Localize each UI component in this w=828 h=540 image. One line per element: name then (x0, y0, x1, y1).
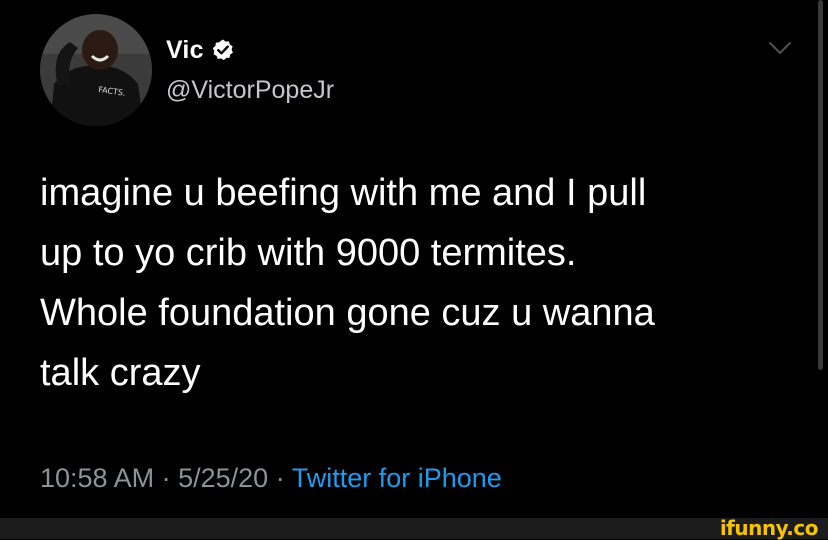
tweet-text-line: up to yo crib with 9000 termites. (40, 232, 577, 274)
chevron-down-icon[interactable] (768, 40, 792, 56)
tweet-source-link[interactable]: Twitter for iPhone (292, 463, 502, 493)
tweet-date[interactable]: 5/25/20 (178, 463, 268, 493)
scrollbar[interactable] (818, 0, 823, 370)
author-name-row: Vic (166, 36, 235, 64)
tweet-text: imagine u beefing with me and I pull up … (40, 163, 780, 403)
tweet-meta: 10:58 AM · 5/25/20 · Twitter for iPhone (40, 463, 502, 494)
avatar-photo: FACTS. (40, 14, 152, 126)
meta-separator: · (161, 463, 179, 493)
tweet-time[interactable]: 10:58 AM (40, 463, 154, 493)
tweet-text-line: Whole foundation gone cuz u wanna (40, 292, 655, 334)
tweet-text-line: talk crazy (40, 352, 201, 394)
avatar[interactable]: FACTS. (40, 14, 152, 126)
tweet-text-line: imagine u beefing with me and I pull (40, 172, 647, 214)
meta-separator: · (275, 463, 292, 493)
tweet-card: FACTS. Vic @VictorPopeJr imagine u beefi… (0, 0, 828, 518)
verified-badge-icon (211, 38, 235, 62)
ifunny-watermark-logo: ifunny.co (719, 516, 819, 540)
author-handle[interactable]: @VictorPopeJr (166, 76, 334, 105)
author-display-name[interactable]: Vic (166, 36, 204, 65)
watermark-bar: ifunny.co (0, 518, 828, 539)
